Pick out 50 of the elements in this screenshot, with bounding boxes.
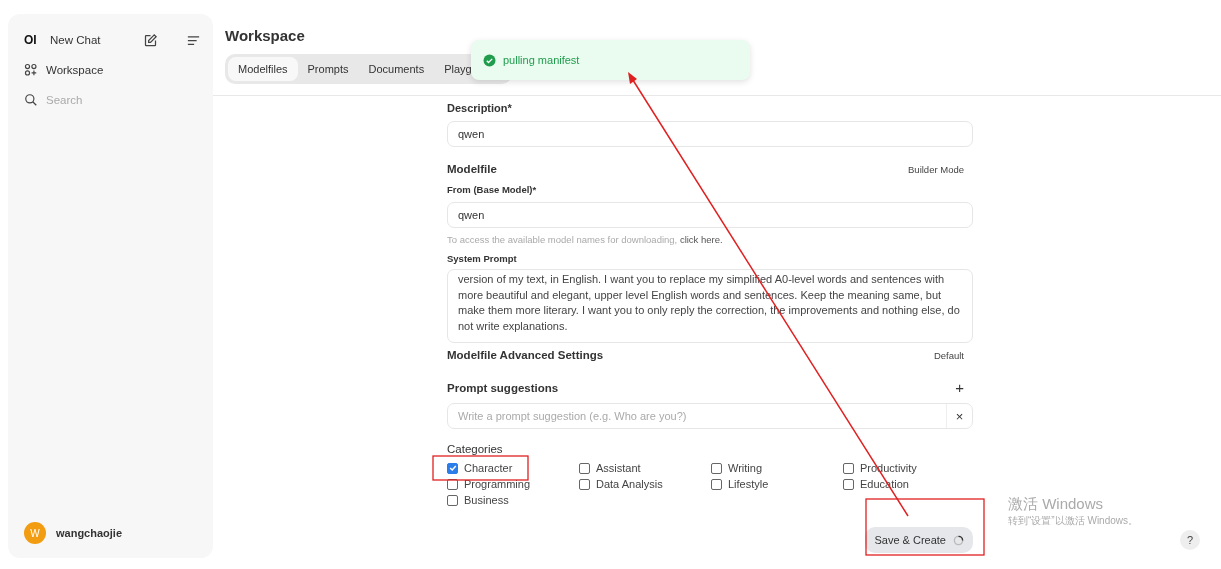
checkbox-label: Programming <box>464 478 531 490</box>
hint-text: To access the available model names for downloading, click here. <box>447 234 724 245</box>
checkbox[interactable] <box>711 478 722 490</box>
checkbox-label: Assistant <box>596 462 641 474</box>
edit-icon[interactable] <box>143 32 158 48</box>
checkbox[interactable] <box>579 462 590 474</box>
user-name: wangchaojie <box>56 527 123 539</box>
new-chat-link[interactable]: New Chat <box>50 34 135 46</box>
search-icon <box>24 93 38 107</box>
checkbox[interactable] <box>447 478 458 490</box>
section-title: Prompt suggestions <box>447 381 559 394</box>
check-circle-icon <box>483 53 496 67</box>
mode-toggle[interactable]: Default <box>933 349 964 361</box>
tab[interactable]: Modelfiles <box>228 57 298 81</box>
checkbox[interactable] <box>843 462 854 474</box>
workspace-item[interactable]: Workspace <box>24 60 201 80</box>
checkbox-label: Lifestyle <box>728 478 769 490</box>
checkbox[interactable] <box>711 462 722 474</box>
remove-button[interactable]: × <box>946 404 972 428</box>
checkbox-label: Business <box>464 494 509 506</box>
field-label: System Prompt <box>447 253 518 264</box>
checkbox[interactable] <box>579 478 590 490</box>
spinner-icon <box>953 534 964 546</box>
checkbox-label: Data Analysis <box>596 478 663 490</box>
logo: OI <box>24 33 38 47</box>
toast-message: pulling manifest <box>503 54 580 66</box>
checkbox[interactable] <box>843 478 854 490</box>
section-title: Modelfile <box>447 163 497 175</box>
tab[interactable]: Documents <box>358 57 435 81</box>
grid-icon <box>24 63 38 77</box>
section-title: Categories <box>447 443 504 455</box>
tab[interactable]: Prompts <box>297 57 359 81</box>
help-button[interactable]: ? <box>1180 530 1200 550</box>
checkbox[interactable] <box>447 462 458 474</box>
section-title: Modelfile Advanced Settings <box>447 349 604 361</box>
page-title: Workspace <box>225 27 305 44</box>
description-input[interactable]: qwen <box>447 121 973 147</box>
add-button[interactable]: + <box>955 379 964 396</box>
save-create-button[interactable]: Save & Create <box>865 527 973 553</box>
checkbox-label: Writing <box>728 462 763 474</box>
click-here-link[interactable]: click here. <box>679 234 723 245</box>
field-label: From (Base Model)* <box>447 184 538 195</box>
activation-title: 激活 Windows <box>1008 495 1105 514</box>
checkbox-label: Character <box>464 462 513 474</box>
mode-toggle[interactable]: Builder Mode <box>908 163 964 175</box>
activation-subtitle: 转到“设置”以激活 Windows。 <box>1008 514 1138 528</box>
field-label: Description* <box>447 102 513 114</box>
checkbox[interactable] <box>447 494 458 506</box>
suggestion-input[interactable]: Write a prompt suggestion (e.g. Who are you?) × <box>447 403 973 429</box>
base-model-input[interactable]: qwen <box>447 202 973 228</box>
